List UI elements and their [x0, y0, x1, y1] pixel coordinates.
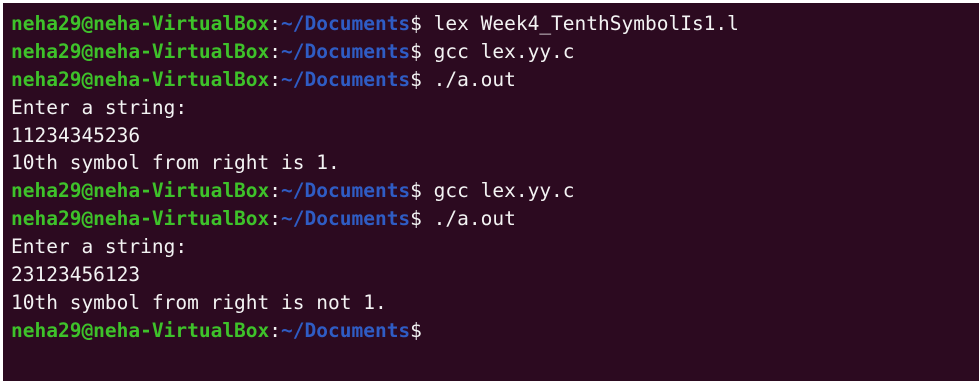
output-line: 11234345236: [11, 123, 141, 147]
command-text: gcc lex.yy.c: [421, 179, 575, 203]
prompt-separator: :: [269, 318, 282, 342]
prompt-path: ~/Documents: [281, 67, 411, 91]
prompt-line: neha29@neha-VirtualBox:~/Documents$: [11, 317, 979, 345]
prompt-path: ~/Documents: [281, 318, 411, 342]
prompt-user-host: neha29@neha-VirtualBox: [11, 179, 270, 203]
output-line: Enter a string:: [11, 95, 188, 119]
prompt-separator: :: [269, 39, 282, 63]
prompt-user-host: neha29@neha-VirtualBox: [11, 12, 270, 35]
prompt-line: neha29@neha-VirtualBox:~/Documents$ gcc …: [11, 38, 979, 66]
prompt-separator: :: [269, 207, 282, 231]
prompt-user-host: neha29@neha-VirtualBox: [11, 207, 270, 231]
prompt-user-host: neha29@neha-VirtualBox: [11, 67, 270, 91]
output-line: 10th symbol from right is 1.: [11, 151, 340, 175]
command-text: gcc lex.yy.c: [421, 39, 575, 63]
prompt-path: ~/Documents: [281, 207, 411, 231]
prompt-symbol: $: [410, 318, 422, 342]
prompt-separator: :: [269, 179, 282, 203]
prompt-symbol: $: [410, 39, 422, 63]
prompt-line: neha29@neha-VirtualBox:~/Documents$ lex …: [11, 10, 979, 38]
output-line: 10th symbol from right is not 1.: [11, 290, 387, 314]
prompt-symbol: $: [410, 207, 422, 231]
terminal-window[interactable]: neha29@neha-VirtualBox:~/Documents$ lex …: [3, 3, 979, 381]
prompt-symbol: $: [410, 179, 422, 203]
command-text: ./a.out: [421, 207, 516, 231]
prompt-path: ~/Documents: [281, 12, 411, 35]
prompt-line: neha29@neha-VirtualBox:~/Documents$ gcc …: [11, 177, 979, 205]
command-text: ./a.out: [421, 67, 516, 91]
prompt-path: ~/Documents: [281, 39, 411, 63]
output-line: 23123456123: [11, 263, 141, 287]
screenshot-frame: neha29@neha-VirtualBox:~/Documents$ lex …: [0, 0, 979, 381]
prompt-line: neha29@neha-VirtualBox:~/Documents$ ./a.…: [11, 205, 979, 233]
prompt-separator: :: [269, 12, 282, 35]
command-text: lex Week4_TenthSymbolIs1.l: [421, 12, 739, 35]
prompt-symbol: $: [410, 67, 422, 91]
prompt-user-host: neha29@neha-VirtualBox: [11, 39, 270, 63]
prompt-symbol: $: [410, 12, 422, 35]
output-line: Enter a string:: [11, 235, 188, 259]
prompt-path: ~/Documents: [281, 179, 411, 203]
prompt-separator: :: [269, 67, 282, 91]
prompt-line: neha29@neha-VirtualBox:~/Documents$ ./a.…: [11, 66, 979, 94]
prompt-user-host: neha29@neha-VirtualBox: [11, 318, 270, 342]
